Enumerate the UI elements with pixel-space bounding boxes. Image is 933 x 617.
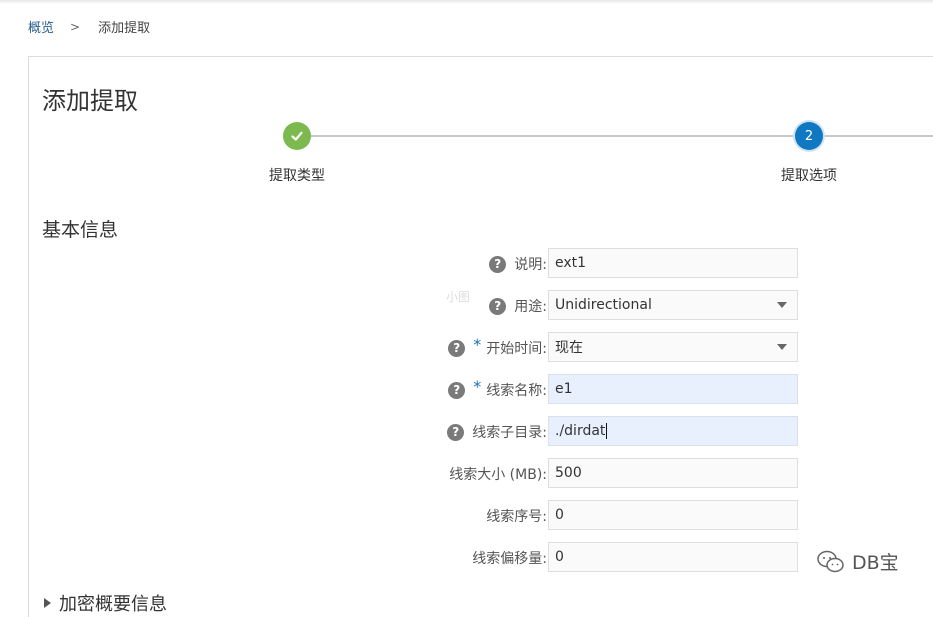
form-row-description: ? 说明: ext1 <box>29 248 933 280</box>
label-trail-subdir: ? 线索子目录: <box>447 416 547 448</box>
trail-size-value: 500 <box>555 465 582 481</box>
trail-seq-input[interactable]: 0 <box>548 500 798 530</box>
wizard-connector-line <box>297 135 795 137</box>
help-icon[interactable]: ? <box>448 339 466 357</box>
wizard-step-2-marker[interactable]: 2 <box>795 122 823 150</box>
label-text: 线索偏移量: <box>472 551 547 567</box>
description-input[interactable]: ext1 <box>548 248 798 278</box>
label-text: 说明: <box>514 257 547 273</box>
help-icon[interactable]: ? <box>448 381 466 399</box>
description-value: ext1 <box>555 255 587 271</box>
dropdown-caret-icon <box>777 344 787 350</box>
trail-name-value: e1 <box>555 381 573 397</box>
breadcrumb-separator: > <box>70 19 81 34</box>
watermark-logo: DB宝 <box>816 548 899 575</box>
watermark-corner-text: DB宝 <box>852 552 899 574</box>
label-text: 线索大小 (MB): <box>449 467 547 483</box>
wechat-icon <box>817 550 844 572</box>
main-panel: 添加提取 提取类型 2 提取选项 基本信息 小图 ? 说明: ext1 ? 用途… <box>28 56 933 617</box>
required-asterisk: * <box>473 376 482 396</box>
label-text: 用途: <box>514 299 547 315</box>
form-row-trail-subdir: ? 线索子目录: ./dirdat <box>29 416 933 448</box>
top-bar <box>0 0 933 4</box>
breadcrumb-overview-link[interactable]: 概览 <box>28 17 54 36</box>
breadcrumb: 概览 > 添加提取 <box>28 17 151 37</box>
page-title: 添加提取 <box>42 87 138 115</box>
breadcrumb-current: 添加提取 <box>98 21 151 36</box>
label-usage: ? 用途: <box>489 290 547 322</box>
check-icon <box>291 131 303 141</box>
help-icon[interactable]: ? <box>447 423 465 441</box>
wizard-step-1-check-icon[interactable] <box>283 122 311 150</box>
label-start-time: ? * 开始时间: <box>448 332 547 364</box>
form-row-trail-size: 线索大小 (MB): 500 <box>29 458 933 490</box>
label-text: 线索子目录: <box>472 425 547 441</box>
dropdown-caret-icon <box>777 302 787 308</box>
wizard-connector-line-next <box>822 135 933 137</box>
trail-name-input[interactable]: e1 <box>548 374 798 404</box>
trail-subdir-input[interactable]: ./dirdat <box>548 416 798 446</box>
section-title-basic-info: 基本信息 <box>42 219 119 241</box>
form-row-trail-seq: 线索序号: 0 <box>29 500 933 532</box>
wizard-step-2-label[interactable]: 提取选项 <box>781 165 837 185</box>
label-text: 线索序号: <box>486 509 547 525</box>
trail-seq-value: 0 <box>555 507 564 523</box>
form-row-start-time: ? * 开始时间: 现在 <box>29 332 933 364</box>
form-row-usage: ? 用途: Unidirectional <box>29 290 933 322</box>
trail-size-input[interactable]: 500 <box>548 458 798 488</box>
form-row-trail-name: ? * 线索名称: e1 <box>29 374 933 406</box>
usage-value: Unidirectional <box>555 297 652 313</box>
help-icon[interactable]: ? <box>489 297 507 315</box>
label-trail-offset: 线索偏移量: <box>472 542 547 574</box>
start-time-value: 现在 <box>555 340 583 356</box>
label-text: 线索名称: <box>486 383 547 399</box>
trail-offset-value: 0 <box>555 549 564 565</box>
wizard-step-1-label[interactable]: 提取类型 <box>269 165 325 185</box>
trail-subdir-value: ./dirdat <box>555 423 606 439</box>
collapsible-title: 加密概要信息 <box>59 594 167 615</box>
usage-select[interactable]: Unidirectional <box>548 290 798 320</box>
trail-offset-input[interactable]: 0 <box>548 542 798 572</box>
expand-triangle-icon <box>44 598 51 608</box>
label-trail-seq: 线索序号: <box>486 500 547 532</box>
help-icon[interactable]: ? <box>489 255 507 273</box>
label-description: ? 说明: <box>489 248 547 280</box>
required-asterisk: * <box>473 334 482 354</box>
collapsible-encryption-section[interactable]: 加密概要信息 <box>44 590 167 616</box>
form-row-trail-offset: 线索偏移量: 0 <box>29 542 933 574</box>
label-text: 开始时间: <box>486 341 547 357</box>
label-trail-name: ? * 线索名称: <box>448 374 547 406</box>
label-trail-size: 线索大小 (MB): <box>449 458 547 490</box>
start-time-select[interactable]: 现在 <box>548 332 798 362</box>
text-cursor <box>606 423 608 439</box>
